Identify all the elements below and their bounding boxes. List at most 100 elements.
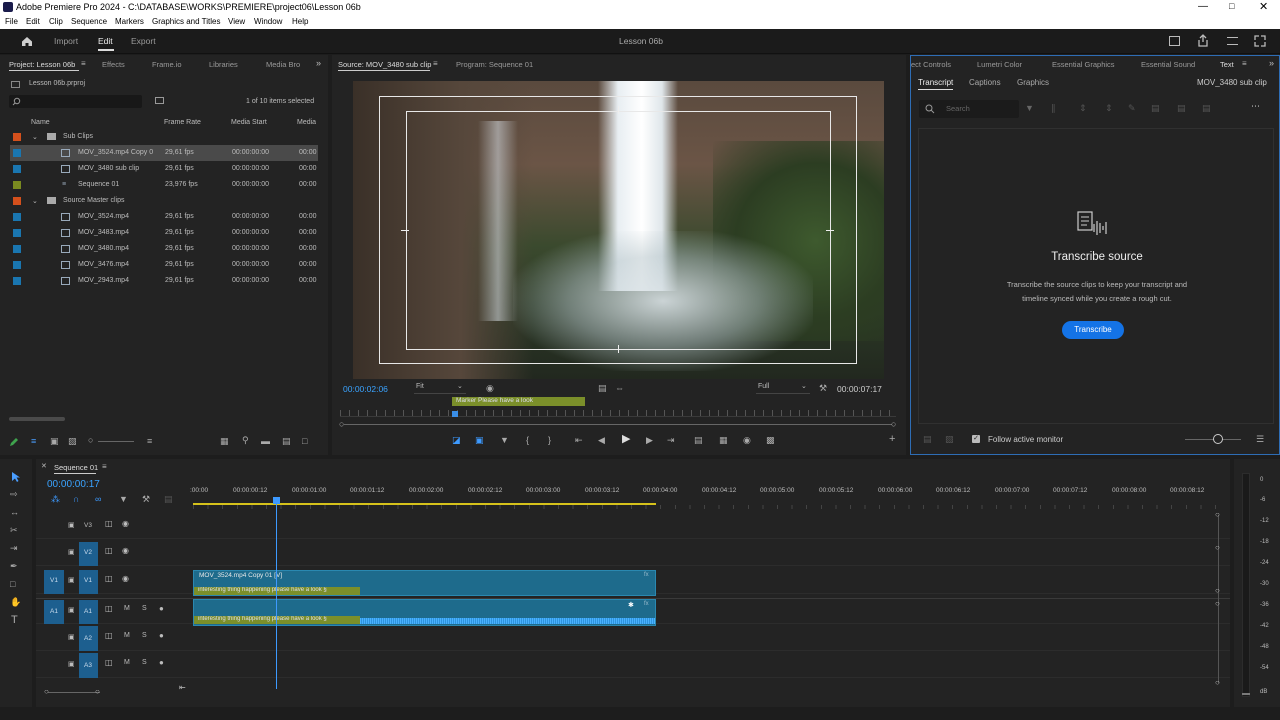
- sync-lock-icon[interactable]: ◫: [105, 631, 113, 640]
- eye-icon[interactable]: ◉: [122, 574, 129, 583]
- menu-file[interactable]: File: [5, 17, 18, 26]
- sync-lock-icon[interactable]: ◫: [105, 546, 113, 555]
- microphone-icon[interactable]: ●: [159, 604, 164, 613]
- clip-marker[interactable]: interesting thing happening please have …: [194, 616, 360, 624]
- transcript-tool-icon[interactable]: ▤: [923, 434, 932, 444]
- slip-tool-icon[interactable]: ⇥: [10, 543, 18, 553]
- timeline-timecode[interactable]: 00:00:00:17: [47, 479, 100, 490]
- scroll-zoom-bar[interactable]: [344, 424, 892, 425]
- font-size-slider-handle[interactable]: [1213, 434, 1223, 444]
- horizontal-zoom-bar[interactable]: [48, 692, 100, 693]
- add-marker-button[interactable]: ▼: [500, 435, 509, 445]
- panel-menu-icon[interactable]: [1227, 37, 1238, 45]
- sync-lock-icon[interactable]: ◫: [105, 519, 113, 528]
- quality-dropdown[interactable]: Full ⌄: [756, 382, 810, 394]
- column-frame-rate[interactable]: Frame Rate: [164, 119, 201, 126]
- column-media[interactable]: Media: [297, 119, 316, 126]
- tab-effect-controls[interactable]: ect Controls: [911, 60, 951, 69]
- more-tabs-icon[interactable]: »: [316, 58, 321, 68]
- column-name[interactable]: Name: [31, 119, 50, 126]
- selection-tool-icon[interactable]: [11, 471, 21, 483]
- column-media-start[interactable]: Media Start: [231, 119, 267, 126]
- captions-icon[interactable]: ▤: [164, 494, 173, 504]
- new-bin-icon[interactable]: ▬: [261, 436, 270, 446]
- timeline-close-icon[interactable]: ✕: [41, 462, 47, 470]
- close-button[interactable]: ✕: [1259, 0, 1268, 13]
- project-row[interactable]: MOV_3524.mp4 29,61 fps 00:00:00:00 00:00: [10, 209, 318, 225]
- scroll-handle[interactable]: ○: [1215, 586, 1220, 595]
- new-item-icon[interactable]: ▤: [282, 436, 291, 446]
- go-to-out-button[interactable]: ⇥: [667, 435, 675, 445]
- keyframe-icon[interactable]: ✱: [628, 601, 634, 609]
- scroll-handle[interactable]: ○: [1215, 510, 1220, 519]
- overwrite-clip-button[interactable]: ▦: [719, 435, 728, 445]
- edit-icon[interactable]: ✎: [1128, 103, 1136, 113]
- mark-out-button[interactable]: }: [548, 435, 551, 445]
- find-icon[interactable]: ⚲: [242, 435, 249, 445]
- eye-icon[interactable]: ◉: [122, 519, 129, 528]
- razor-tool-icon[interactable]: ✂: [10, 525, 18, 535]
- lock-icon[interactable]: ▣: [68, 548, 75, 556]
- menu-graphics[interactable]: Graphics and Titles: [152, 17, 220, 26]
- more-tabs-icon[interactable]: »: [1269, 58, 1274, 68]
- zoom-out-icon[interactable]: ○: [88, 435, 93, 445]
- minimize-button[interactable]: —: [1198, 1, 1208, 12]
- project-row[interactable]: MOV_2943.mp4 29,61 fps 00:00:00:00 00:00: [10, 273, 318, 289]
- transcribe-button[interactable]: Transcribe: [1062, 321, 1124, 339]
- sequence-menu-icon[interactable]: ≡: [102, 462, 107, 471]
- menu-edit[interactable]: Edit: [26, 17, 40, 26]
- horizontal-scrollbar[interactable]: [9, 417, 65, 421]
- list-view-icon[interactable]: ≡: [31, 436, 36, 446]
- eye-icon[interactable]: ◉: [122, 546, 129, 555]
- scroll-handle[interactable]: ○: [1215, 543, 1220, 552]
- insert-clip-button[interactable]: ▤: [694, 435, 703, 445]
- play-button[interactable]: ▶: [622, 434, 630, 445]
- menu-sequence[interactable]: Sequence: [71, 17, 107, 26]
- tab-source[interactable]: Source: MOV_3480 sub clip: [338, 60, 431, 69]
- drag-video-icon[interactable]: ⇔: [615, 383, 624, 393]
- insert-button[interactable]: ◪: [452, 435, 461, 445]
- settings-icon[interactable]: ▤: [598, 383, 607, 393]
- project-row[interactable]: MOV_3480.mp4 29,61 fps 00:00:00:00 00:00: [10, 241, 318, 257]
- follow-monitor-checkbox[interactable]: ✓: [972, 435, 980, 443]
- toolbar-icon[interactable]: ⇕: [1105, 103, 1113, 113]
- scroll-handle[interactable]: ○: [1215, 678, 1220, 687]
- tab-project[interactable]: Project: Lesson 06b: [9, 60, 75, 69]
- playhead-handle[interactable]: [273, 497, 280, 504]
- transcript-tool-icon[interactable]: ▧: [945, 434, 954, 444]
- button-editor-icon[interactable]: +: [889, 434, 895, 445]
- tab-essential-graphics[interactable]: Essential Graphics: [1052, 60, 1115, 69]
- workspaces-icon[interactable]: [1169, 36, 1180, 46]
- marker-comment[interactable]: Marker Please have a look: [452, 397, 585, 406]
- disclosure-arrow-icon[interactable]: ⌄: [32, 197, 38, 205]
- project-row-master-bin[interactable]: ⌄ Source Master clips: [10, 193, 318, 209]
- import-tab[interactable]: Import: [54, 36, 78, 46]
- project-row[interactable]: MOV_3476.mp4 29,61 fps 00:00:00:00 00:00: [10, 257, 318, 273]
- zoom-handle-right[interactable]: ○: [95, 687, 100, 696]
- toolbar-icon[interactable]: ∥: [1051, 103, 1056, 113]
- toolbar-icon[interactable]: ▤: [1202, 103, 1211, 113]
- tab-media-browser[interactable]: Media Bro: [266, 60, 300, 69]
- subtab-captions[interactable]: Captions: [969, 78, 1001, 87]
- lock-icon[interactable]: ▣: [68, 576, 75, 584]
- microphone-icon[interactable]: ●: [159, 631, 164, 640]
- automate-to-sequence-icon[interactable]: ▦: [220, 436, 229, 446]
- project-search-input[interactable]: [9, 95, 142, 108]
- transcript-search-input[interactable]: Search: [919, 100, 1019, 118]
- pencil-icon[interactable]: [9, 437, 19, 447]
- clip-marker[interactable]: interesting thing happening please have …: [194, 587, 360, 595]
- disclosure-arrow-icon[interactable]: ⌄: [32, 133, 38, 141]
- menu-help[interactable]: Help: [292, 17, 308, 26]
- solo-button[interactable]: S: [142, 659, 147, 666]
- project-row-selected[interactable]: MOV_3524.mp4 Copy 0 29,61 fps 00:00:00:0…: [10, 145, 318, 161]
- project-menu-icon[interactable]: ≡: [81, 59, 86, 68]
- tab-effects[interactable]: Effects: [102, 60, 125, 69]
- sync-lock-icon[interactable]: ◫: [105, 604, 113, 613]
- lock-icon[interactable]: ▣: [68, 633, 75, 641]
- project-row[interactable]: ≡ Sequence 01 23,976 fps 00:00:00:00 00:…: [10, 177, 318, 193]
- timeline-settings-icon[interactable]: ⚒: [142, 494, 150, 504]
- source-menu-icon[interactable]: ≡: [433, 59, 438, 68]
- type-tool-icon[interactable]: T: [11, 615, 18, 626]
- multicam-icon[interactable]: ▩: [766, 435, 775, 445]
- lock-icon[interactable]: ▣: [68, 606, 75, 614]
